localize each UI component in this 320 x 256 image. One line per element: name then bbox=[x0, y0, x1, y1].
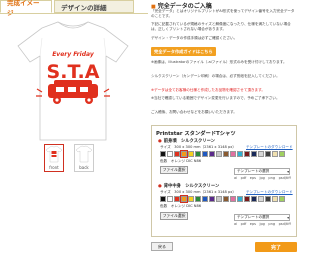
thumb-back-label: back bbox=[79, 165, 89, 170]
back-template-select[interactable]: テンプレートの選択 ▾ bbox=[234, 214, 290, 221]
color-swatch[interactable] bbox=[216, 151, 222, 157]
color-swatch[interactable] bbox=[251, 196, 257, 202]
upload-panel: 完全データのご入稿 「完全データ」とはオリジナルプリントがAI形式を使ってデザイ… bbox=[151, 0, 300, 256]
front-template-select[interactable]: テンプレートの選択 ▾ bbox=[234, 168, 290, 175]
guide-note: デザイン・データの作成手順は必ずご確認ください。 bbox=[151, 36, 238, 40]
bullet-icon: ● bbox=[158, 184, 162, 189]
guide-link-button[interactable]: 完全データ作成ガイドはこちら bbox=[151, 47, 216, 56]
front-template-link[interactable]: テンプレートのダウンロード bbox=[246, 145, 293, 150]
front-file-types: ai pdf eps jpg png psd/tiff bbox=[234, 176, 291, 180]
chevron-down-icon: ▾ bbox=[287, 169, 289, 174]
intro-text: 「完全データ」とはオリジナルプリントがAI形式を使ってデザイン番号を入力完全デー… bbox=[151, 9, 295, 18]
silkscreen-note: シルクスクリーン（カンデーン印刷）の場合は、必ず別紙を記入してください。 bbox=[151, 74, 280, 78]
front-color-swatches bbox=[160, 150, 285, 158]
color-swatch[interactable] bbox=[202, 151, 208, 157]
color-swatch[interactable] bbox=[230, 196, 236, 202]
chevron-down-icon: ▾ bbox=[287, 215, 289, 220]
color-swatch[interactable] bbox=[279, 151, 285, 157]
tshirt-image: Every Friday S.T.A bbox=[17, 21, 129, 141]
front-section-title: ● 前身頃 シルクスクリーン bbox=[158, 139, 215, 144]
color-swatch[interactable] bbox=[258, 196, 264, 202]
color-swatch[interactable] bbox=[265, 151, 271, 157]
done-button[interactable]: 完了 bbox=[255, 242, 297, 252]
color-swatch[interactable] bbox=[223, 151, 229, 157]
product-title: Printstar スタンダードTシャツ bbox=[156, 131, 236, 137]
bullet-icon: ● bbox=[158, 139, 162, 144]
color-swatch[interactable] bbox=[258, 151, 264, 157]
back-file-types: ai pdf eps jpg png psd/tiff bbox=[234, 222, 291, 226]
color-swatch[interactable] bbox=[216, 196, 222, 202]
color-swatch[interactable] bbox=[188, 196, 194, 202]
tshirt-back-icon bbox=[75, 145, 93, 163]
color-swatch[interactable] bbox=[180, 195, 188, 203]
color-swatch[interactable] bbox=[160, 196, 166, 202]
color-swatch[interactable] bbox=[237, 151, 243, 157]
color-swatch[interactable] bbox=[244, 151, 250, 157]
thumb-front[interactable]: front bbox=[44, 144, 64, 172]
back-color-swatches bbox=[160, 195, 285, 203]
shirt-preview: Every Friday S.T.A bbox=[2, 18, 144, 144]
back-template-link[interactable]: テンプレートのダウンロード bbox=[246, 190, 293, 195]
color-swatch[interactable] bbox=[244, 196, 250, 202]
tab-divider bbox=[0, 13, 148, 14]
color-swatch[interactable] bbox=[209, 196, 215, 202]
thumb-back[interactable]: back bbox=[74, 144, 94, 172]
color-swatch[interactable] bbox=[223, 196, 229, 202]
color-swatch[interactable] bbox=[230, 151, 236, 157]
view-thumbnails: front back bbox=[44, 144, 94, 172]
color-swatch[interactable] bbox=[180, 150, 188, 158]
color-swatch[interactable] bbox=[174, 151, 180, 157]
back-file-button[interactable]: ファイル選択 bbox=[160, 212, 188, 220]
design-main-text: S.T.A bbox=[47, 61, 100, 83]
color-swatch[interactable] bbox=[188, 151, 194, 157]
confirm-note: ※データは全てお客様の仕様と作成したお品物を確認させて頂きます。 bbox=[151, 88, 265, 92]
tshirt-front-icon bbox=[45, 145, 63, 163]
front-file-button[interactable]: ファイル選択 bbox=[160, 166, 188, 174]
front-color-count: 色数 オレンジ DIC N86 bbox=[160, 159, 202, 163]
color-swatch[interactable] bbox=[167, 151, 173, 157]
color-swatch[interactable] bbox=[279, 196, 285, 202]
front-size: サイズ 300 x 300 mm（2361 x 3148 px） bbox=[160, 145, 236, 149]
back-color-count: 色数 オレンジ DIC N86 bbox=[160, 204, 202, 208]
back-section-title: ● 背中中身 シルクスクリーン bbox=[158, 184, 220, 189]
tab-finished-image[interactable]: 完成イメージ bbox=[0, 0, 52, 17]
color-swatch[interactable] bbox=[272, 196, 278, 202]
color-swatch[interactable] bbox=[174, 196, 180, 202]
preview-tabs: 完成イメージ デザインの詳細 bbox=[0, 0, 148, 17]
color-swatch[interactable] bbox=[265, 196, 271, 202]
color-swatch[interactable] bbox=[195, 151, 201, 157]
product-upload-box: Printstar スタンダードTシャツ ● 前身頃 シルクスクリーン サイズ 3… bbox=[151, 125, 297, 237]
ai-format-note: ※画像は、Illustratorのファイル（.aiファイル）形式のみを受け付けし… bbox=[151, 60, 287, 64]
spec-text: 下記に記載されているが規格のサイズと解像度になったり、仕様を満たしていない場合は… bbox=[151, 22, 291, 31]
color-swatch[interactable] bbox=[209, 151, 215, 157]
color-swatch[interactable] bbox=[272, 151, 278, 157]
thumb-front-label: front bbox=[49, 165, 59, 170]
color-swatch[interactable] bbox=[237, 196, 243, 202]
after-note: ご入稿後、お問い合わせなどをお願いいただきます。 bbox=[151, 110, 237, 114]
change-note: ※当社で確認している範囲でデザイン変更を行いますので、予めご了承下さい。 bbox=[151, 96, 280, 100]
color-swatch[interactable] bbox=[195, 196, 201, 202]
tab-design-details[interactable]: デザインの詳細 bbox=[54, 0, 134, 13]
color-swatch[interactable] bbox=[167, 196, 173, 202]
color-swatch[interactable] bbox=[160, 151, 166, 157]
design-top-text: Every Friday bbox=[52, 51, 95, 58]
color-swatch[interactable] bbox=[202, 196, 208, 202]
back-button[interactable]: 戻る bbox=[151, 242, 173, 251]
back-size: サイズ 300 x 300 mm（2361 x 3148 px） bbox=[160, 190, 236, 194]
color-swatch[interactable] bbox=[251, 151, 257, 157]
